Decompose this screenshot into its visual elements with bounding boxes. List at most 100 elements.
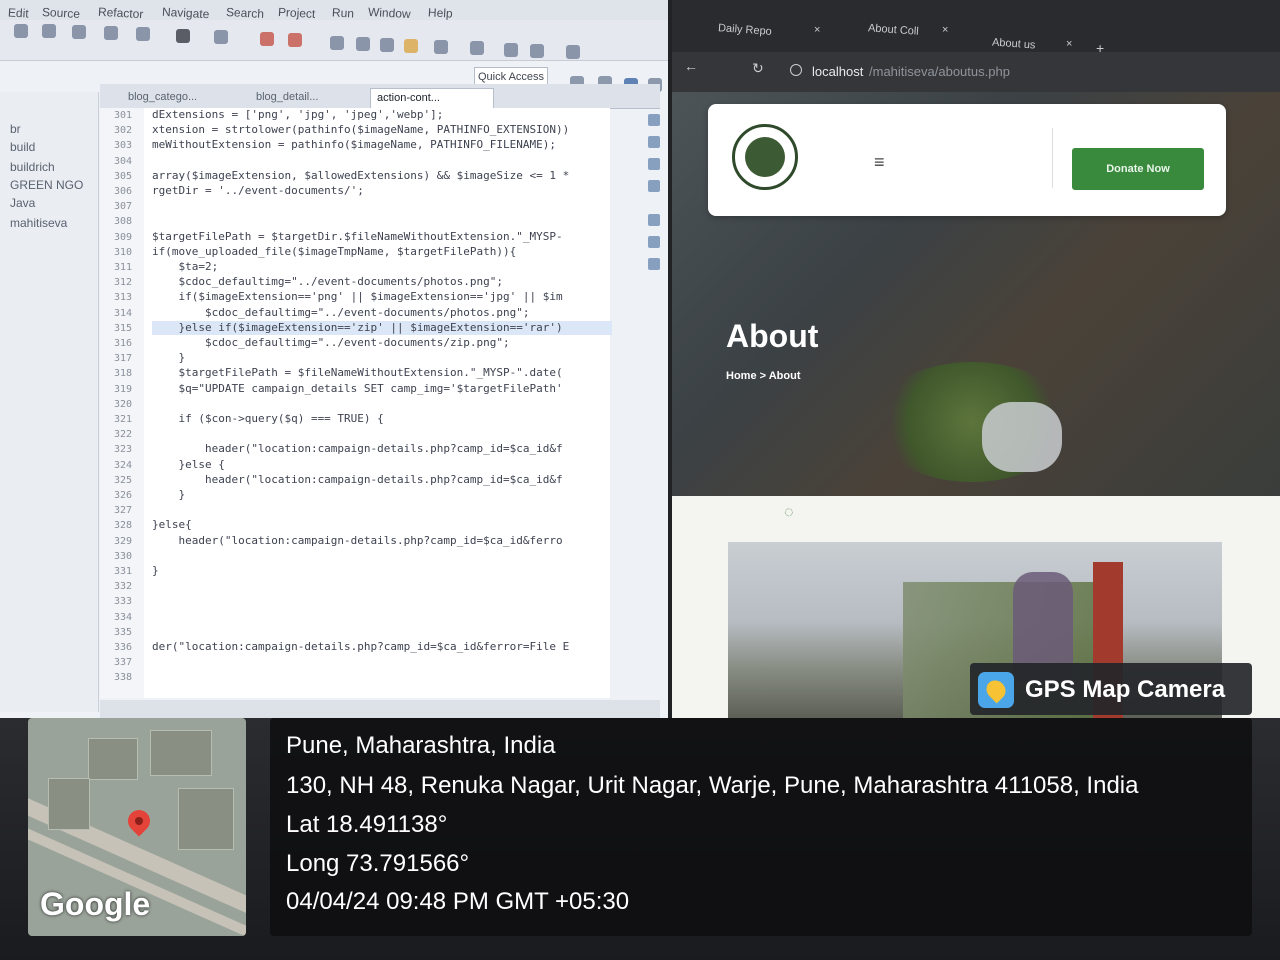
code-line[interactable]: header("location:campaign-details.php?ca… bbox=[152, 534, 562, 547]
menu-edit[interactable]: Edit bbox=[8, 5, 29, 20]
browser-tab-about-coll[interactable]: About Coll bbox=[868, 22, 919, 38]
breadcrumb: Home > About bbox=[726, 370, 800, 382]
code-line[interactable]: $ta=2; bbox=[152, 260, 218, 273]
address-path[interactable]: /mahitiseva/aboutus.php bbox=[869, 64, 1010, 79]
address-host[interactable]: localhost bbox=[812, 64, 863, 79]
open-type-icon[interactable] bbox=[330, 36, 344, 50]
back-arrow-icon[interactable]: ← bbox=[684, 58, 698, 74]
line-number: 331 bbox=[114, 566, 133, 577]
tree-item[interactable]: mahitiseva bbox=[10, 216, 67, 230]
ide-statusbar bbox=[100, 700, 660, 720]
tree-item[interactable]: Java bbox=[10, 196, 35, 210]
task-icon[interactable] bbox=[380, 38, 394, 52]
breadcrumb-home[interactable]: Home bbox=[726, 370, 757, 382]
donate-now-button[interactable]: Donate Now bbox=[1072, 148, 1204, 190]
arrow-right-icon[interactable] bbox=[566, 45, 580, 59]
open-resource-icon[interactable] bbox=[356, 37, 370, 51]
stop-icon[interactable] bbox=[260, 32, 274, 46]
google-watermark: Google bbox=[40, 886, 151, 922]
menu-help[interactable]: Help bbox=[428, 5, 453, 20]
datetime-line: 04/04/24 09:48 PM GMT +05:30 bbox=[286, 888, 630, 915]
back-icon[interactable] bbox=[504, 43, 518, 57]
outline-icon[interactable] bbox=[648, 114, 660, 126]
code-line[interactable]: } bbox=[152, 564, 159, 577]
line-number: 326 bbox=[114, 490, 133, 501]
line-number: 333 bbox=[114, 596, 133, 608]
ide-window: Edit Source Refactor Navigate Search Pro… bbox=[0, 0, 668, 720]
tab-blog-detail[interactable]: blog_detail... bbox=[250, 88, 324, 108]
code-line[interactable]: $targetFilePath = $targetDir.$fileNameWi… bbox=[152, 230, 563, 243]
breadcrumb-current: About bbox=[768, 370, 801, 382]
menu-source[interactable]: Source bbox=[42, 5, 81, 21]
code-line[interactable]: rgetDir = '../event-documents/'; bbox=[152, 184, 364, 197]
pin-icon[interactable] bbox=[470, 41, 484, 55]
code-line[interactable]: $q="UPDATE campaign_details SET camp_img… bbox=[152, 382, 562, 395]
save-all-icon[interactable] bbox=[42, 24, 56, 38]
code-line[interactable]: $cdoc_defaultimg="../event-documents/pho… bbox=[152, 306, 530, 319]
code-line[interactable]: }else if($imageExtension=='zip' || $imag… bbox=[152, 321, 562, 334]
code-line[interactable]: }else { bbox=[152, 458, 224, 471]
tab-blog-category[interactable]: blog_catego... bbox=[122, 88, 203, 108]
code-line[interactable]: $cdoc_defaultimg="../event-documents/zip… bbox=[152, 336, 510, 349]
code-line[interactable]: $cdoc_defaultimg="../event-documents/pho… bbox=[152, 275, 503, 288]
code-line[interactable]: der("location:campaign-details.php?camp_… bbox=[152, 640, 569, 653]
reload-icon[interactable]: ↻ bbox=[752, 60, 764, 77]
arrow-left-icon[interactable] bbox=[530, 44, 544, 58]
close-tab-icon[interactable]: × bbox=[942, 24, 948, 36]
menu-run[interactable]: Run bbox=[332, 5, 355, 20]
hamburger-menu-icon[interactable]: ≡ bbox=[874, 152, 885, 173]
code-line[interactable]: } bbox=[152, 351, 185, 364]
code-line[interactable]: array($imageExtension, $allowedExtension… bbox=[152, 169, 569, 182]
pencil-icon[interactable] bbox=[404, 39, 418, 53]
run-icon[interactable] bbox=[176, 29, 190, 43]
browser-tab-about-us[interactable]: About us bbox=[992, 37, 1036, 52]
tool-icon[interactable] bbox=[288, 33, 302, 47]
menu-project[interactable]: Project bbox=[278, 5, 316, 21]
tree-item[interactable]: build bbox=[10, 140, 35, 154]
site-logo[interactable] bbox=[732, 124, 798, 190]
close-tab-icon[interactable]: × bbox=[814, 24, 820, 36]
save-icon[interactable] bbox=[14, 24, 28, 38]
debug-icon[interactable] bbox=[136, 27, 150, 41]
browser-tab-daily-report[interactable]: Daily Repo bbox=[718, 22, 773, 38]
code-line[interactable]: if($imageExtension=='png' || $imageExten… bbox=[152, 290, 562, 303]
code-line[interactable]: header("location:campaign-details.php?ca… bbox=[152, 442, 563, 455]
cursor-icon[interactable] bbox=[104, 26, 118, 40]
tab-action-controller[interactable]: action-cont... bbox=[370, 88, 494, 109]
problems-icon[interactable] bbox=[648, 180, 660, 192]
code-line[interactable]: if(move_uploaded_file($imageTmpName, $ta… bbox=[152, 245, 516, 258]
hero-glove-image bbox=[982, 402, 1062, 472]
navigator-icon[interactable] bbox=[648, 136, 660, 148]
longitude-line: Long 73.791566° bbox=[286, 850, 470, 877]
code-line[interactable]: if ($con->query($q) === TRUE) { bbox=[152, 412, 383, 425]
tree-item[interactable]: br bbox=[10, 122, 21, 136]
photo-frame: Edit Source Refactor Navigate Search Pro… bbox=[0, 0, 1280, 960]
code-line[interactable]: $targetFilePath = $fileNameWithoutExtens… bbox=[152, 366, 562, 379]
code-line[interactable]: header("location:campaign-details.php?ca… bbox=[152, 473, 563, 486]
annotation-icon[interactable] bbox=[434, 40, 448, 54]
console-icon[interactable] bbox=[648, 158, 660, 170]
tree-item[interactable]: GREEN NGO bbox=[10, 178, 83, 192]
site-info-icon[interactable] bbox=[790, 64, 802, 76]
line-number: 313 bbox=[114, 292, 133, 304]
terminal-icon[interactable] bbox=[648, 258, 660, 270]
menu-navigate[interactable]: Navigate bbox=[162, 5, 210, 21]
menu-refactor[interactable]: Refactor bbox=[98, 5, 144, 21]
bookmark-icon[interactable] bbox=[648, 214, 660, 226]
code-line[interactable]: }else{ bbox=[152, 518, 192, 531]
close-tab-icon[interactable]: × bbox=[1066, 38, 1072, 50]
code-editor[interactable]: 301 302 303 304 305 306 307 308 309 310 311 312 313 3… bbox=[100, 108, 612, 698]
map-building bbox=[178, 788, 234, 850]
menu-search[interactable]: Search bbox=[226, 5, 265, 21]
pin-center bbox=[133, 815, 145, 827]
code-line[interactable]: meWithoutExtension = pathinfo($imageName… bbox=[152, 138, 556, 151]
tree-item[interactable]: buildrich bbox=[10, 160, 55, 174]
tasks-icon[interactable] bbox=[648, 236, 660, 248]
line-number: 306 bbox=[114, 186, 133, 197]
search-icon[interactable] bbox=[214, 30, 228, 44]
code-line[interactable]: } bbox=[152, 488, 185, 501]
print-icon[interactable] bbox=[72, 25, 86, 39]
code-line[interactable]: dExtensions = ['png', 'jpg', 'jpeg','web… bbox=[152, 108, 443, 121]
menu-window[interactable]: Window bbox=[368, 5, 411, 21]
code-line[interactable]: xtension = strtolower(pathinfo($imageNam… bbox=[152, 123, 569, 136]
